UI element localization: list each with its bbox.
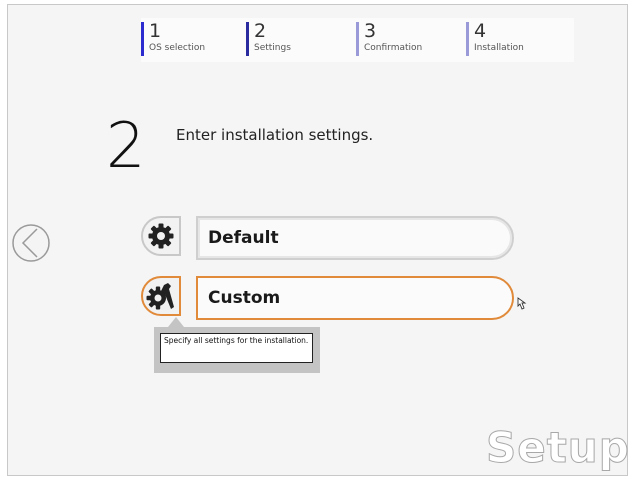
step-settings: 2 Settings — [246, 22, 291, 56]
step-label: OS selection — [149, 43, 206, 53]
step-number: 1 — [149, 20, 162, 42]
custom-button[interactable]: Custom — [196, 276, 514, 320]
step-number: 3 — [364, 20, 377, 42]
step-confirmation: 3 Confirmation — [356, 22, 422, 56]
circle-left-arrow-icon — [12, 224, 50, 262]
gear-icon — [148, 223, 174, 249]
step-number: 2 — [254, 20, 267, 42]
custom-option-icon[interactable] — [141, 276, 181, 316]
step-label: Installation — [474, 43, 524, 53]
step-number: 4 — [474, 20, 487, 42]
default-option-icon[interactable] — [141, 216, 181, 256]
step-indicator: 1 OS selection 2 Settings 3 Confirmation… — [141, 18, 574, 62]
progress-header: 1 OS selection 2 Settings 3 Confirmation… — [8, 5, 627, 75]
step-label: Settings — [254, 43, 291, 53]
default-button[interactable]: Default — [196, 216, 514, 260]
hand-pointer-icon — [515, 296, 529, 310]
step-os-selection: 1 OS selection — [141, 22, 205, 56]
gear-wrench-icon — [146, 283, 174, 310]
setup-logo: Setup — [486, 423, 630, 473]
page-title: Enter installation settings. — [176, 126, 374, 144]
back-button[interactable] — [11, 223, 51, 263]
current-step-number: 2 — [106, 109, 146, 182]
step-installation: 4 Installation — [466, 22, 524, 56]
tooltip-pointer — [168, 317, 184, 327]
setup-window: 1 OS selection 2 Settings 3 Confirmation… — [7, 4, 630, 476]
step-label: Confirmation — [364, 43, 423, 53]
custom-tooltip: Specify all settings for the installatio… — [160, 333, 313, 363]
